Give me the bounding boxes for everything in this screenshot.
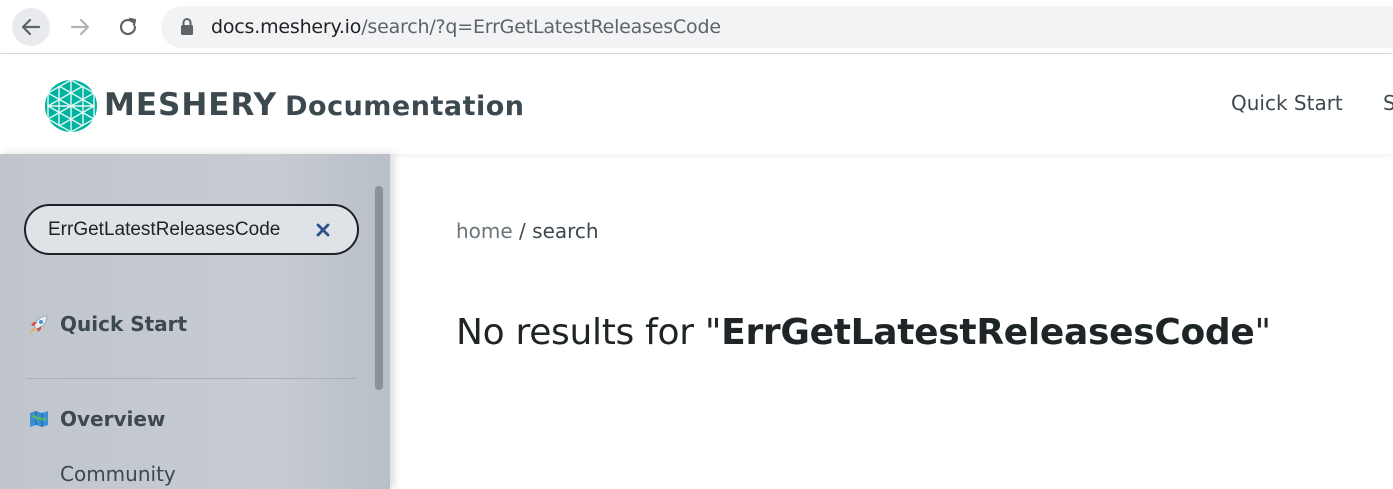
- result-query: ErrGetLatestReleasesCode: [721, 312, 1255, 353]
- lock-icon[interactable]: [179, 17, 195, 37]
- sidebar-item-quick-start[interactable]: Quick Start: [28, 312, 187, 336]
- breadcrumb: home / search: [456, 219, 599, 243]
- back-arrow-icon: [21, 18, 41, 36]
- breadcrumb-home-link[interactable]: home: [456, 219, 513, 243]
- breadcrumb-separator: /: [512, 219, 533, 243]
- sidebar-search-input[interactable]: [48, 218, 288, 241]
- clear-search-icon[interactable]: [314, 221, 332, 239]
- brand-suffix: Documentation: [285, 91, 525, 122]
- sidebar-scrollbar[interactable]: [375, 186, 383, 390]
- brand-name: MESHERY: [104, 87, 278, 123]
- url-text[interactable]: docs.meshery.io/search/?q=ErrGetLatestRe…: [211, 16, 721, 38]
- forward-arrow-icon: [70, 18, 90, 36]
- search-result-heading: No results for "ErrGetLatestReleasesCode…: [456, 312, 1271, 353]
- top-nav-quick-start[interactable]: Quick Start: [1231, 91, 1343, 115]
- browser-toolbar: docs.meshery.io/search/?q=ErrGetLatestRe…: [0, 0, 1393, 54]
- meshery-logo-icon[interactable]: [44, 79, 98, 133]
- sidebar-search-box: [24, 204, 359, 255]
- sidebar-subitem-community[interactable]: Community: [60, 462, 176, 486]
- breadcrumb-current: search: [532, 219, 599, 243]
- url-path: /search/?q=ErrGetLatestReleasesCode: [361, 16, 721, 38]
- site-header: MESHERY Documentation Quick Start S: [0, 55, 1393, 154]
- sidebar-item-label: Quick Start: [60, 312, 188, 336]
- sidebar-item-label: Overview: [60, 407, 166, 431]
- site-brand[interactable]: MESHERY Documentation: [104, 88, 525, 124]
- result-suffix: ": [1254, 312, 1272, 353]
- reload-icon: [119, 17, 137, 36]
- sidebar: Quick Start Overview Community: [0, 154, 390, 489]
- result-prefix: No results for ": [456, 312, 722, 353]
- forward-button[interactable]: [61, 8, 99, 46]
- top-nav-next-item[interactable]: S: [1383, 91, 1393, 115]
- back-button[interactable]: [12, 8, 50, 46]
- map-icon: [28, 408, 50, 430]
- sidebar-divider: [26, 378, 356, 379]
- url-host: docs.meshery.io: [211, 16, 362, 38]
- reload-button[interactable]: [109, 8, 147, 46]
- sidebar-item-overview[interactable]: Overview: [28, 407, 165, 431]
- address-bar[interactable]: docs.meshery.io/search/?q=ErrGetLatestRe…: [161, 6, 1393, 48]
- rocket-icon: [28, 313, 50, 335]
